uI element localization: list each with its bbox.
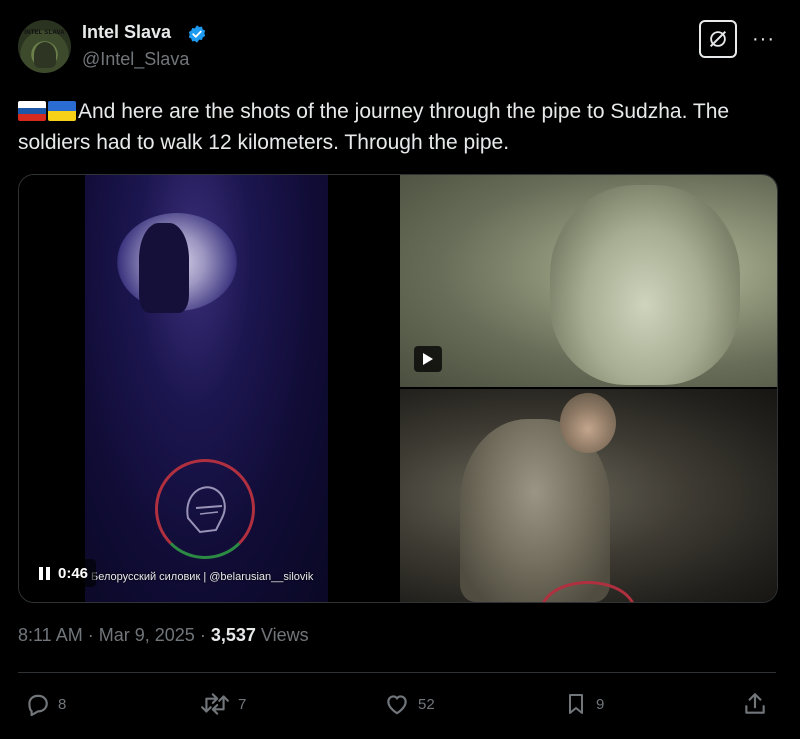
video-duration: 0:46 (58, 564, 89, 582)
author-handle[interactable]: @Intel_Slava (82, 49, 189, 70)
meta-separator: · (87, 625, 94, 645)
russia-flag-icon (18, 101, 46, 121)
repost-count: 7 (238, 695, 247, 713)
reply-icon (28, 694, 48, 717)
video-watermark: Белорусский силовик | @belarusian__silov… (91, 571, 314, 583)
views-count: 3,537 (210, 625, 256, 645)
share-icon (745, 693, 765, 714)
reply-count: 8 (58, 695, 67, 713)
avatar[interactable]: INTEL SLAVA (18, 20, 71, 73)
reply-button[interactable]: 8 (24, 690, 66, 718)
like-count: 52 (418, 695, 435, 713)
author-name[interactable]: Intel Slava (82, 22, 171, 43)
watermark-logo-icon (155, 459, 255, 559)
tweet-body: And here are the shots of the journey th… (18, 100, 730, 154)
play-icon[interactable] (414, 346, 442, 372)
tweet-text: And here are the shots of the journey th… (18, 96, 788, 158)
video-controls[interactable]: 0:46 (31, 559, 97, 587)
heart-icon (387, 695, 407, 715)
repost-icon (201, 693, 229, 715)
avatar-figure (34, 42, 56, 68)
bookmark-button[interactable]: 9 (564, 690, 604, 718)
media-image-top[interactable] (400, 175, 777, 387)
video-player[interactable]: Белорусский силовик | @belarusian__silov… (19, 175, 398, 602)
media-grid: Белорусский силовик | @belarusian__silov… (18, 174, 778, 603)
video-frame (85, 175, 328, 602)
tweet-time[interactable]: 8:11 AM (18, 625, 83, 645)
more-icon[interactable]: ··· (752, 28, 775, 51)
grok-button[interactable] (699, 20, 737, 58)
bookmark-icon (569, 694, 583, 714)
avatar-text: INTEL SLAVA (24, 30, 65, 36)
soldier-head (560, 393, 616, 453)
verified-badge-icon (188, 25, 206, 43)
media-image-bottom[interactable] (400, 389, 777, 602)
share-button[interactable] (742, 690, 768, 718)
bookmark-count: 9 (596, 695, 605, 713)
pause-icon[interactable] (39, 566, 50, 580)
soldier-silhouette (139, 223, 189, 313)
tweet-meta: 8:11 AM · Mar 9, 2025 · 3,537 Views (18, 625, 309, 646)
like-button[interactable]: 52 (384, 690, 435, 718)
grok-icon (709, 30, 727, 48)
views-label: Views (260, 625, 309, 645)
tweet-date[interactable]: Mar 9, 2025 (99, 625, 195, 645)
face-closeup (550, 185, 740, 385)
ukraine-flag-icon (48, 101, 76, 121)
meta-separator: · (199, 625, 206, 645)
divider (18, 672, 776, 673)
repost-button[interactable]: 7 (200, 690, 246, 718)
